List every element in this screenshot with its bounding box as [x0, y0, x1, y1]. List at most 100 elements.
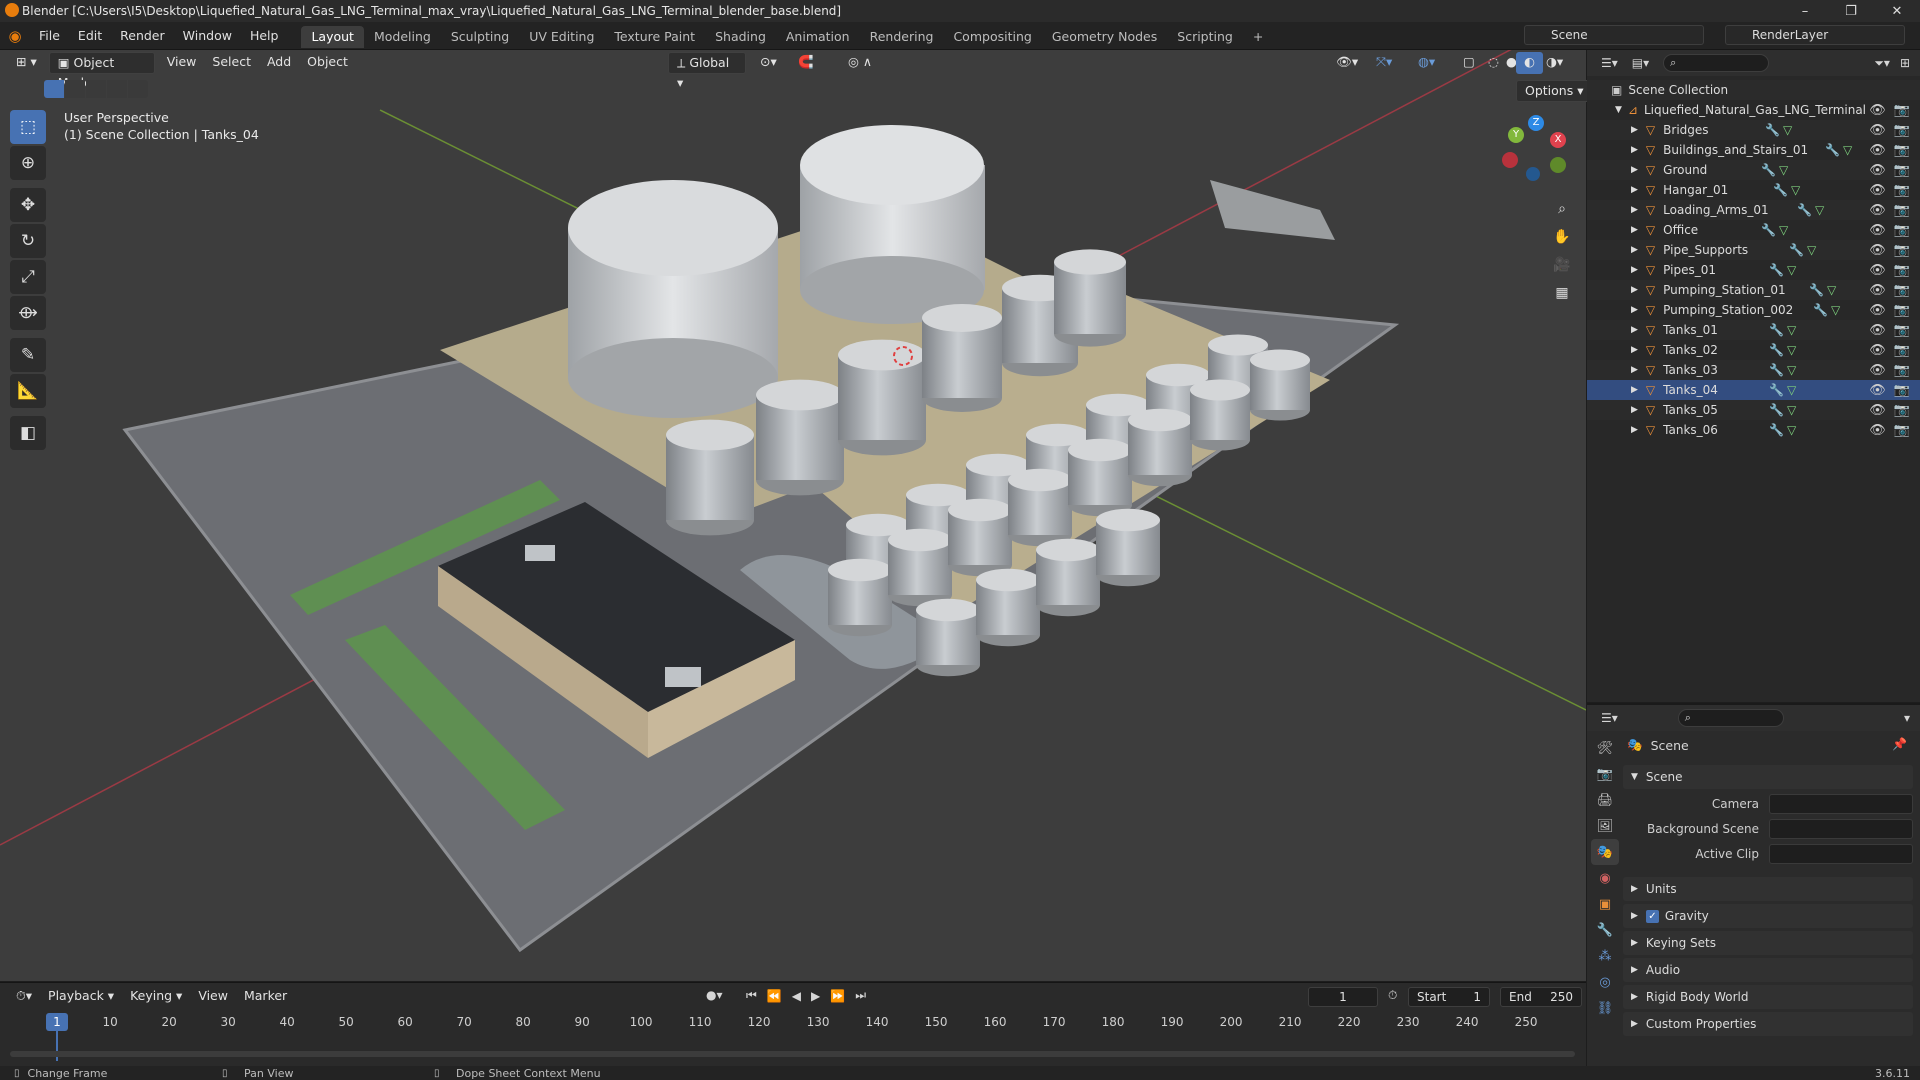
scale-tool-icon[interactable]: ⤢	[10, 260, 46, 294]
outliner-item-buildings-and-stairs-01[interactable]: ▶ ▽ Buildings_and_Stairs_01 🔧 ▽ 👁 📷	[1587, 140, 1920, 160]
outliner-item-pipe-supports[interactable]: ▶ ▽ Pipe_Supports 🔧 ▽ 👁 📷	[1587, 240, 1920, 260]
mesh-data-icon[interactable]: ▽	[1791, 183, 1800, 197]
render-camera-icon[interactable]: 📷	[1894, 123, 1910, 138]
menu-window[interactable]: Window	[174, 22, 241, 50]
visibility-eye-icon[interactable]: 👁	[1869, 243, 1886, 258]
outliner-item-loading-arms-01[interactable]: ▶ ▽ Loading_Arms_01 🔧 ▽ 👁 📷	[1587, 200, 1920, 220]
visibility-eye-icon[interactable]: 👁	[1869, 263, 1886, 278]
visibility-eye-icon[interactable]: 👁	[1869, 203, 1886, 218]
gizmo-neg-x[interactable]	[1502, 152, 1518, 168]
render-camera-icon[interactable]: 📷	[1894, 163, 1910, 178]
select-extend-icon[interactable]	[65, 80, 85, 98]
mode-dropdown[interactable]: ▣ Object Mode ▾	[48, 52, 155, 90]
expand-arrow-icon[interactable]: ▶	[1631, 185, 1638, 195]
render-camera-icon[interactable]: 📷	[1894, 323, 1910, 338]
expand-arrow-icon[interactable]: ▶	[1631, 205, 1638, 215]
ortho-grid-icon[interactable]: ▦	[1548, 279, 1576, 307]
gizmo-neg-z[interactable]	[1526, 167, 1540, 181]
visibility-eye-icon[interactable]: 👁	[1869, 223, 1886, 238]
tab-shading[interactable]: Shading	[705, 26, 776, 48]
pan-hand-icon[interactable]: ✋	[1548, 223, 1576, 251]
scene-collection-row[interactable]: ▣ Scene Collection	[1587, 80, 1920, 100]
active-clip-field[interactable]	[1769, 844, 1913, 864]
rotate-tool-icon[interactable]: ↻	[10, 224, 46, 258]
xray-icon[interactable]: ▢	[1455, 52, 1483, 74]
outliner-item-tanks-03[interactable]: ▶ ▽ Tanks_03 🔧 ▽ 👁 📷	[1587, 360, 1920, 380]
mesh-data-icon[interactable]: ▽	[1787, 363, 1796, 377]
mesh-data-icon[interactable]: ▽	[1787, 383, 1796, 397]
scene-panel-header[interactable]: ▼ Scene	[1623, 765, 1913, 789]
visibility-eye-icon[interactable]: 👁	[1869, 163, 1886, 178]
mesh-data-icon[interactable]: ▽	[1783, 123, 1792, 137]
outliner-item-hangar-01[interactable]: ▶ ▽ Hangar_01 🔧 ▽ 👁 📷	[1587, 180, 1920, 200]
render-camera-icon[interactable]: 📷	[1894, 263, 1910, 278]
outliner-item-pipes-01[interactable]: ▶ ▽ Pipes_01 🔧 ▽ 👁 📷	[1587, 260, 1920, 280]
visibility-icon[interactable]: 👁▾	[1328, 52, 1366, 74]
transform-tool-icon[interactable]: ⟴	[10, 296, 46, 330]
render-camera-icon[interactable]: 📷	[1894, 343, 1910, 358]
gizmo-toggle-icon[interactable]: ⤧▾	[1368, 52, 1400, 74]
physics-tab-icon[interactable]: ◎	[1591, 969, 1619, 995]
modifier-wrench-icon[interactable]: 🔧	[1825, 143, 1840, 157]
tab-animation[interactable]: Animation	[776, 26, 860, 48]
properties-options-icon[interactable]: ▾	[1904, 711, 1910, 725]
render-camera-icon[interactable]: 📷	[1894, 183, 1910, 198]
collection-row[interactable]: ▼ ⊿ Liquefied_Natural_Gas_LNG_Terminal 👁…	[1587, 100, 1920, 120]
menu-edit[interactable]: Edit	[69, 22, 111, 50]
visibility-eye-icon[interactable]: 👁	[1869, 363, 1886, 378]
expand-arrow-icon[interactable]: ▶	[1631, 325, 1638, 335]
navigation-gizmo[interactable]: Z Y X	[1500, 115, 1570, 185]
render-camera-icon[interactable]: 📷	[1894, 303, 1910, 318]
blender-menu-icon[interactable]: ◉	[0, 27, 30, 45]
minimize-button[interactable]: –	[1782, 0, 1828, 22]
tab-texture-paint[interactable]: Texture Paint	[604, 26, 705, 48]
mesh-data-icon[interactable]: ▽	[1787, 323, 1796, 337]
pin-icon[interactable]: 📌	[1892, 737, 1907, 751]
expand-arrow-icon[interactable]: ▶	[1631, 245, 1638, 255]
particles-tab-icon[interactable]: ⁂	[1591, 943, 1619, 969]
visibility-eye-icon[interactable]: 👁	[1869, 383, 1886, 398]
tab-layout[interactable]: Layout	[301, 26, 364, 48]
render-camera-icon[interactable]: 📷	[1894, 143, 1910, 158]
modifier-wrench-icon[interactable]: 🔧	[1773, 183, 1788, 197]
select-invert-icon[interactable]	[128, 80, 148, 98]
menu-render[interactable]: Render	[111, 22, 174, 50]
object-tab-icon[interactable]: ▣	[1591, 891, 1619, 917]
overlay-toggle-icon[interactable]: ◍▾	[1410, 52, 1443, 74]
zoom-icon[interactable]: ⌕	[1548, 195, 1576, 223]
menu-select[interactable]: Select	[204, 52, 259, 74]
tab-rendering[interactable]: Rendering	[860, 26, 944, 48]
gizmo-neg-y[interactable]	[1550, 157, 1566, 173]
render-camera-icon[interactable]: 📷	[1894, 203, 1910, 218]
add-cube-tool-icon[interactable]: ◧	[10, 416, 46, 450]
camera-view-icon[interactable]: 🎥	[1548, 251, 1576, 279]
outliner-search-input[interactable]: ⌕	[1663, 54, 1770, 72]
filter-icon[interactable]: ⏷▾	[1874, 56, 1890, 71]
outliner-item-office[interactable]: ▶ ▽ Office 🔧 ▽ 👁 📷	[1587, 220, 1920, 240]
outliner-item-tanks-02[interactable]: ▶ ▽ Tanks_02 🔧 ▽ 👁 📷	[1587, 340, 1920, 360]
modifier-wrench-icon[interactable]: 🔧	[1769, 263, 1784, 277]
constraints-tab-icon[interactable]: ⛓	[1591, 995, 1619, 1021]
gizmo-y-axis[interactable]: Y	[1508, 127, 1524, 143]
new-collection-icon[interactable]: ⊞	[1900, 56, 1910, 70]
gizmo-x-axis[interactable]: X	[1550, 132, 1566, 148]
tab-uv-editing[interactable]: UV Editing	[519, 26, 604, 48]
cursor-tool-icon[interactable]: ⊕	[10, 146, 46, 180]
mesh-data-icon[interactable]: ▽	[1787, 263, 1796, 277]
mesh-data-icon[interactable]: ▽	[1843, 143, 1852, 157]
outliner-editor-type-icon[interactable]: ☰▾	[1601, 56, 1618, 70]
mesh-data-icon[interactable]: ▽	[1787, 403, 1796, 417]
render-camera-icon[interactable]: 📷	[1894, 403, 1910, 418]
expand-arrow-icon[interactable]: ▶	[1631, 225, 1638, 235]
maximize-button[interactable]: ❐	[1828, 0, 1874, 22]
expand-arrow-icon[interactable]: ▶	[1631, 165, 1638, 175]
menu-file[interactable]: File	[30, 22, 69, 50]
expand-arrow-icon[interactable]: ▶	[1631, 125, 1638, 135]
modifier-wrench-icon[interactable]: 🔧	[1809, 283, 1824, 297]
visibility-eye-icon[interactable]: 👁	[1869, 183, 1886, 198]
3d-viewport[interactable]: User Perspective (1) Scene Collection | …	[0, 50, 1586, 981]
modifier-wrench-icon[interactable]: 🔧	[1769, 343, 1784, 357]
gizmo-z-axis[interactable]: Z	[1528, 115, 1544, 131]
gravity-checkbox[interactable]: ✓	[1645, 909, 1659, 923]
visibility-eye-icon[interactable]: 👁	[1869, 283, 1886, 298]
